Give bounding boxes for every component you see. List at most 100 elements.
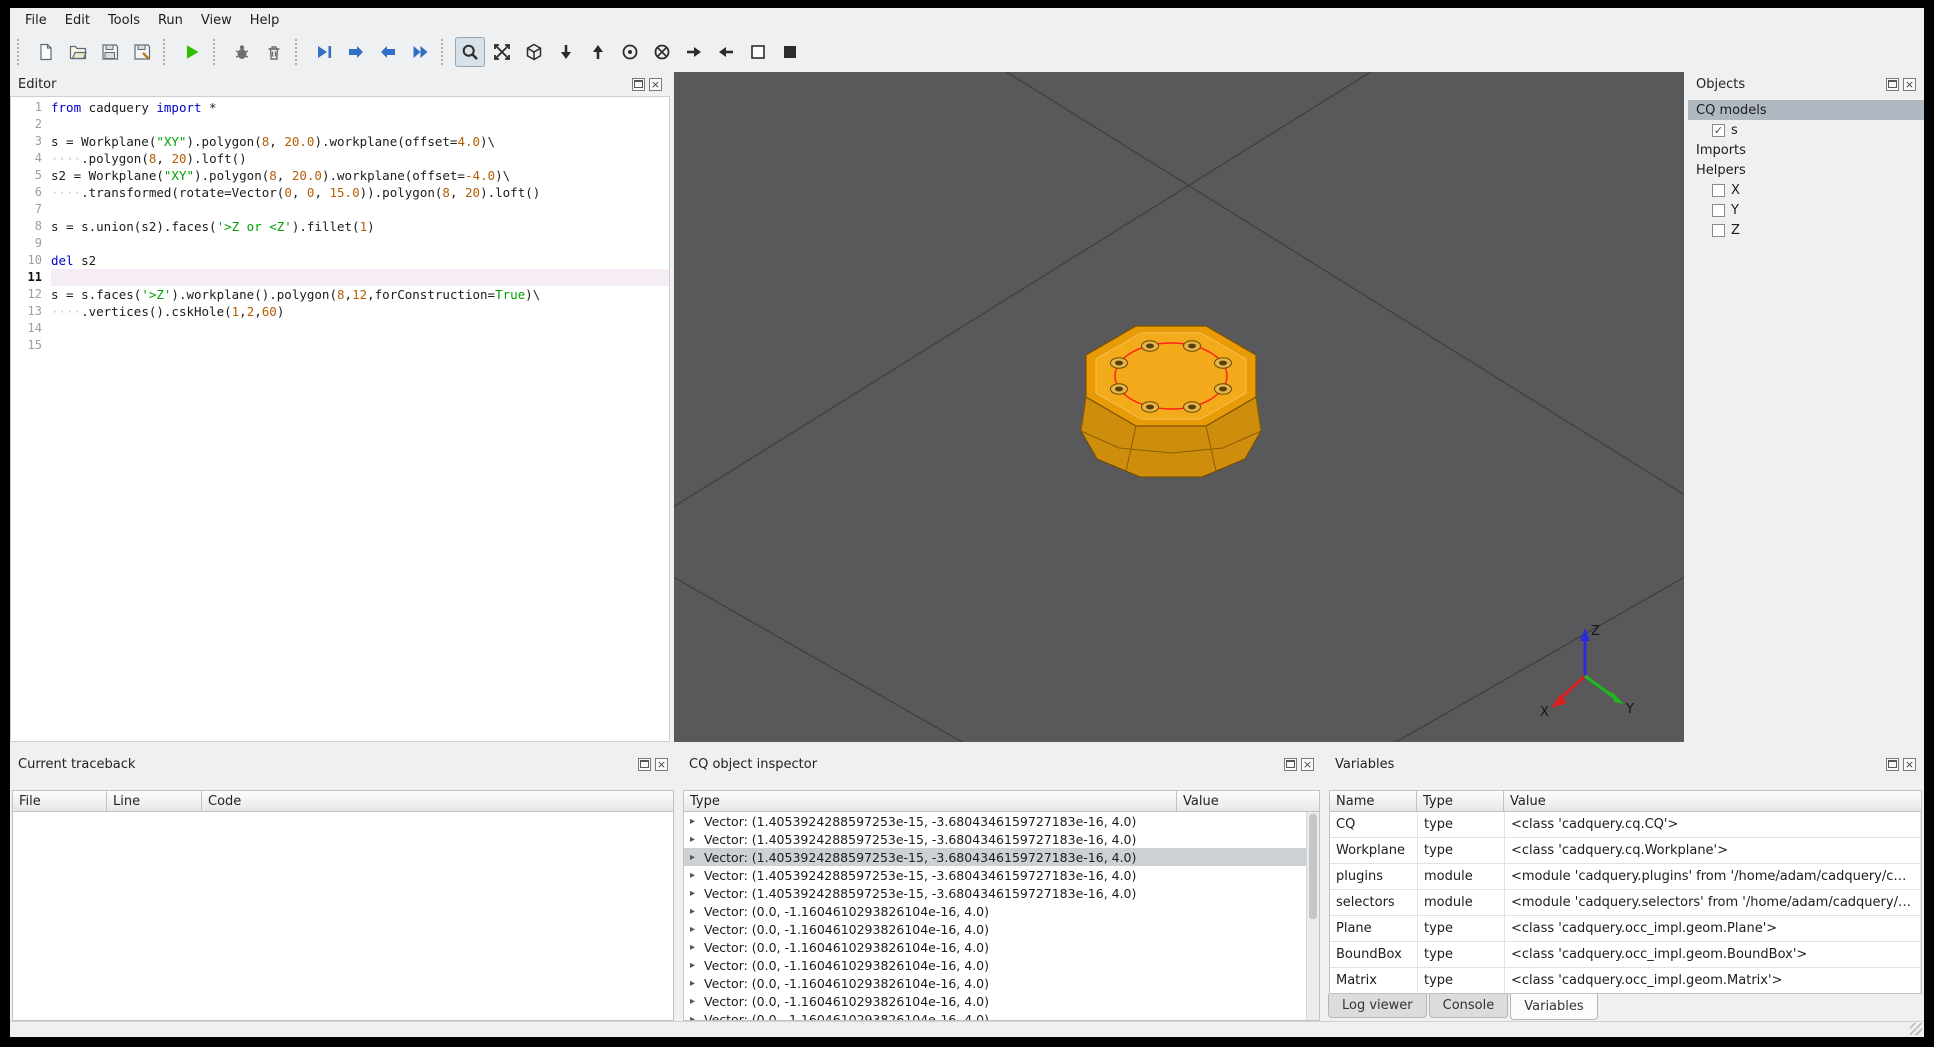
step-return-button[interactable] <box>373 37 403 67</box>
viewport-3d[interactable]: Z X Y <box>661 0 1697 747</box>
view-front-button[interactable] <box>615 37 645 67</box>
expand-arrow-icon[interactable]: ▸ <box>690 942 704 953</box>
menu-file[interactable]: File <box>16 11 56 30</box>
run-to-line-button[interactable] <box>309 37 339 67</box>
code-line[interactable]: 12 s = s.faces('>Z').workplane().polygon(… <box>11 286 669 303</box>
toolbar-separator-handle[interactable] <box>295 39 301 65</box>
view-top-button[interactable] <box>583 37 613 67</box>
view-back-button[interactable] <box>647 37 677 67</box>
menu-help[interactable]: Help <box>241 11 289 30</box>
float-panel-icon[interactable] <box>638 757 651 771</box>
traceback-column-file[interactable]: File <box>12 790 107 812</box>
inspector-row[interactable]: ▸ Vector: (0.0, -1.1604610293826104e-16, … <box>684 992 1306 1010</box>
inspector-row[interactable]: ▸ Vector: (0.0, -1.1604610293826104e-16, … <box>684 974 1306 992</box>
tree-item-helpers[interactable]: Helpers <box>1688 160 1924 180</box>
debug-button[interactable] <box>227 37 257 67</box>
expand-arrow-icon[interactable]: ▸ <box>690 1014 704 1021</box>
new-file-button[interactable] <box>31 37 61 67</box>
code-line[interactable]: 11 <box>11 269 669 286</box>
tree-item-z[interactable]: Z <box>1688 220 1924 240</box>
inspector-row[interactable]: ▸ Vector: (0.0, -1.1604610293826104e-16, … <box>684 1010 1306 1021</box>
code-line[interactable]: 4 ····.polygon(8, 20).loft() <box>11 150 669 167</box>
persp-view-button[interactable] <box>775 37 805 67</box>
expand-arrow-icon[interactable]: ▸ <box>690 960 704 971</box>
view-bottom-button[interactable] <box>551 37 581 67</box>
expand-arrow-icon[interactable]: ▸ <box>690 834 704 845</box>
toolbar-separator-handle[interactable] <box>213 39 219 65</box>
variables-column-value[interactable]: Value <box>1504 790 1922 812</box>
variable-row-matrix[interactable]: Matrix type <class 'cadquery.occ_impl.geom… <box>1330 968 1921 993</box>
fit-all-button[interactable] <box>487 37 517 67</box>
code-line[interactable]: 5 s2 = Workplane("XY").polygon(8, 20.0).w… <box>11 167 669 184</box>
code-line[interactable]: 13 ····.vertices().cskHole(1,2,60) <box>11 303 669 320</box>
expand-arrow-icon[interactable]: ▸ <box>690 852 704 863</box>
tab-log-viewer[interactable]: Log viewer <box>1328 994 1427 1018</box>
view-left-button[interactable] <box>711 37 741 67</box>
code-line[interactable]: 2 <box>11 116 669 133</box>
tree-item-y[interactable]: Y <box>1688 200 1924 220</box>
inspector-row[interactable]: ▸ Vector: (0.0, -1.1604610293826104e-16, … <box>684 902 1306 920</box>
variable-row-workplane[interactable]: Workplane type <class 'cadquery.cq.Workpla… <box>1330 838 1921 864</box>
float-panel-icon[interactable] <box>1284 757 1297 771</box>
tab-variables[interactable]: Variables <box>1510 994 1598 1020</box>
menu-edit[interactable]: Edit <box>56 11 99 30</box>
close-panel-icon[interactable]: × <box>1903 757 1916 771</box>
variables-column-type[interactable]: Type <box>1417 790 1504 812</box>
inspector-row[interactable]: ▸ Vector: (1.4053924288597253e-15, -3.680… <box>684 830 1306 848</box>
float-panel-icon[interactable] <box>1886 77 1899 91</box>
tree-item-x[interactable]: X <box>1688 180 1924 200</box>
variable-row-boundbox[interactable]: BoundBox type <class 'cadquery.occ_impl.ge… <box>1330 942 1921 968</box>
run-button[interactable] <box>177 37 207 67</box>
expand-arrow-icon[interactable]: ▸ <box>690 870 704 881</box>
variable-row-plugins[interactable]: plugins module <module 'cadquery.plugins' … <box>1330 864 1921 890</box>
ortho-view-button[interactable] <box>743 37 773 67</box>
inspector-column-type[interactable]: Type <box>683 790 1177 812</box>
close-panel-icon[interactable]: × <box>649 77 662 91</box>
expand-arrow-icon[interactable]: ▸ <box>690 924 704 935</box>
code-line[interactable]: 10 del s2 <box>11 252 669 269</box>
traceback-column-line[interactable]: Line <box>107 790 202 812</box>
tab-console[interactable]: Console <box>1428 994 1509 1018</box>
checkbox-icon[interactable] <box>1712 223 1725 237</box>
checkbox-checked-icon[interactable]: ✓ <box>1712 123 1725 137</box>
checkbox-icon[interactable] <box>1712 183 1725 197</box>
code-line[interactable]: 3 s = Workplane("XY").polygon(8, 20.0).wo… <box>11 133 669 150</box>
menu-tools[interactable]: Tools <box>99 11 149 30</box>
inspector-row[interactable]: ▸ Vector: (0.0, -1.1604610293826104e-16, … <box>684 920 1306 938</box>
code-editor[interactable]: 1 from cadquery import * 2 3 s = Workplane("… <box>10 96 670 742</box>
float-panel-icon[interactable] <box>632 77 645 91</box>
zoom-fit-button[interactable] <box>455 37 485 67</box>
code-line[interactable]: 14 <box>11 320 669 337</box>
inspector-row[interactable]: ▸ Vector: (1.4053924288597253e-15, -3.680… <box>684 884 1306 902</box>
code-line[interactable]: 15 <box>11 337 669 354</box>
toolbar-separator-handle[interactable] <box>17 39 23 65</box>
toolbar-separator-handle[interactable] <box>441 39 447 65</box>
save-button[interactable] <box>95 37 125 67</box>
traceback-column-code[interactable]: Code <box>202 790 674 812</box>
expand-arrow-icon[interactable]: ▸ <box>690 906 704 917</box>
continue-button[interactable] <box>405 37 435 67</box>
expand-arrow-icon[interactable]: ▸ <box>690 978 704 989</box>
close-panel-icon[interactable]: × <box>1301 757 1314 771</box>
view-right-button[interactable] <box>679 37 709 67</box>
model-3d[interactable] <box>1080 325 1262 478</box>
inspector-row[interactable]: ▸ Vector: (1.4053924288597253e-15, -3.680… <box>684 866 1306 884</box>
expand-arrow-icon[interactable]: ▸ <box>690 888 704 899</box>
toolbar-separator-handle[interactable] <box>163 39 169 65</box>
scrollbar-thumb[interactable] <box>1309 814 1317 919</box>
inspector-scrollbar[interactable] <box>1306 812 1319 1020</box>
inspector-row[interactable]: ▸ Vector: (0.0, -1.1604610293826104e-16, … <box>684 938 1306 956</box>
variables-column-name[interactable]: Name <box>1329 790 1417 812</box>
close-panel-icon[interactable]: × <box>655 757 668 771</box>
variable-row-selectors[interactable]: selectors module <module 'cadquery.selecto… <box>1330 890 1921 916</box>
inspector-row[interactable]: ▸ Vector: (0.0, -1.1604610293826104e-16, … <box>684 956 1306 974</box>
inspector-row[interactable]: ▸ Vector: (1.4053924288597253e-15, -3.680… <box>684 812 1306 830</box>
checkbox-icon[interactable] <box>1712 203 1725 217</box>
inspector-row[interactable]: ▸ Vector: (1.4053924288597253e-15, -3.680… <box>684 848 1306 866</box>
expand-arrow-icon[interactable]: ▸ <box>690 816 704 827</box>
tree-item-cq-models[interactable]: CQ models <box>1688 100 1924 120</box>
resize-grip-icon[interactable] <box>1910 1023 1922 1035</box>
delete-traces-button[interactable] <box>259 37 289 67</box>
viewport-canvas[interactable]: Z X Y <box>661 0 1697 747</box>
tree-item-s[interactable]: ✓ s <box>1688 120 1924 140</box>
